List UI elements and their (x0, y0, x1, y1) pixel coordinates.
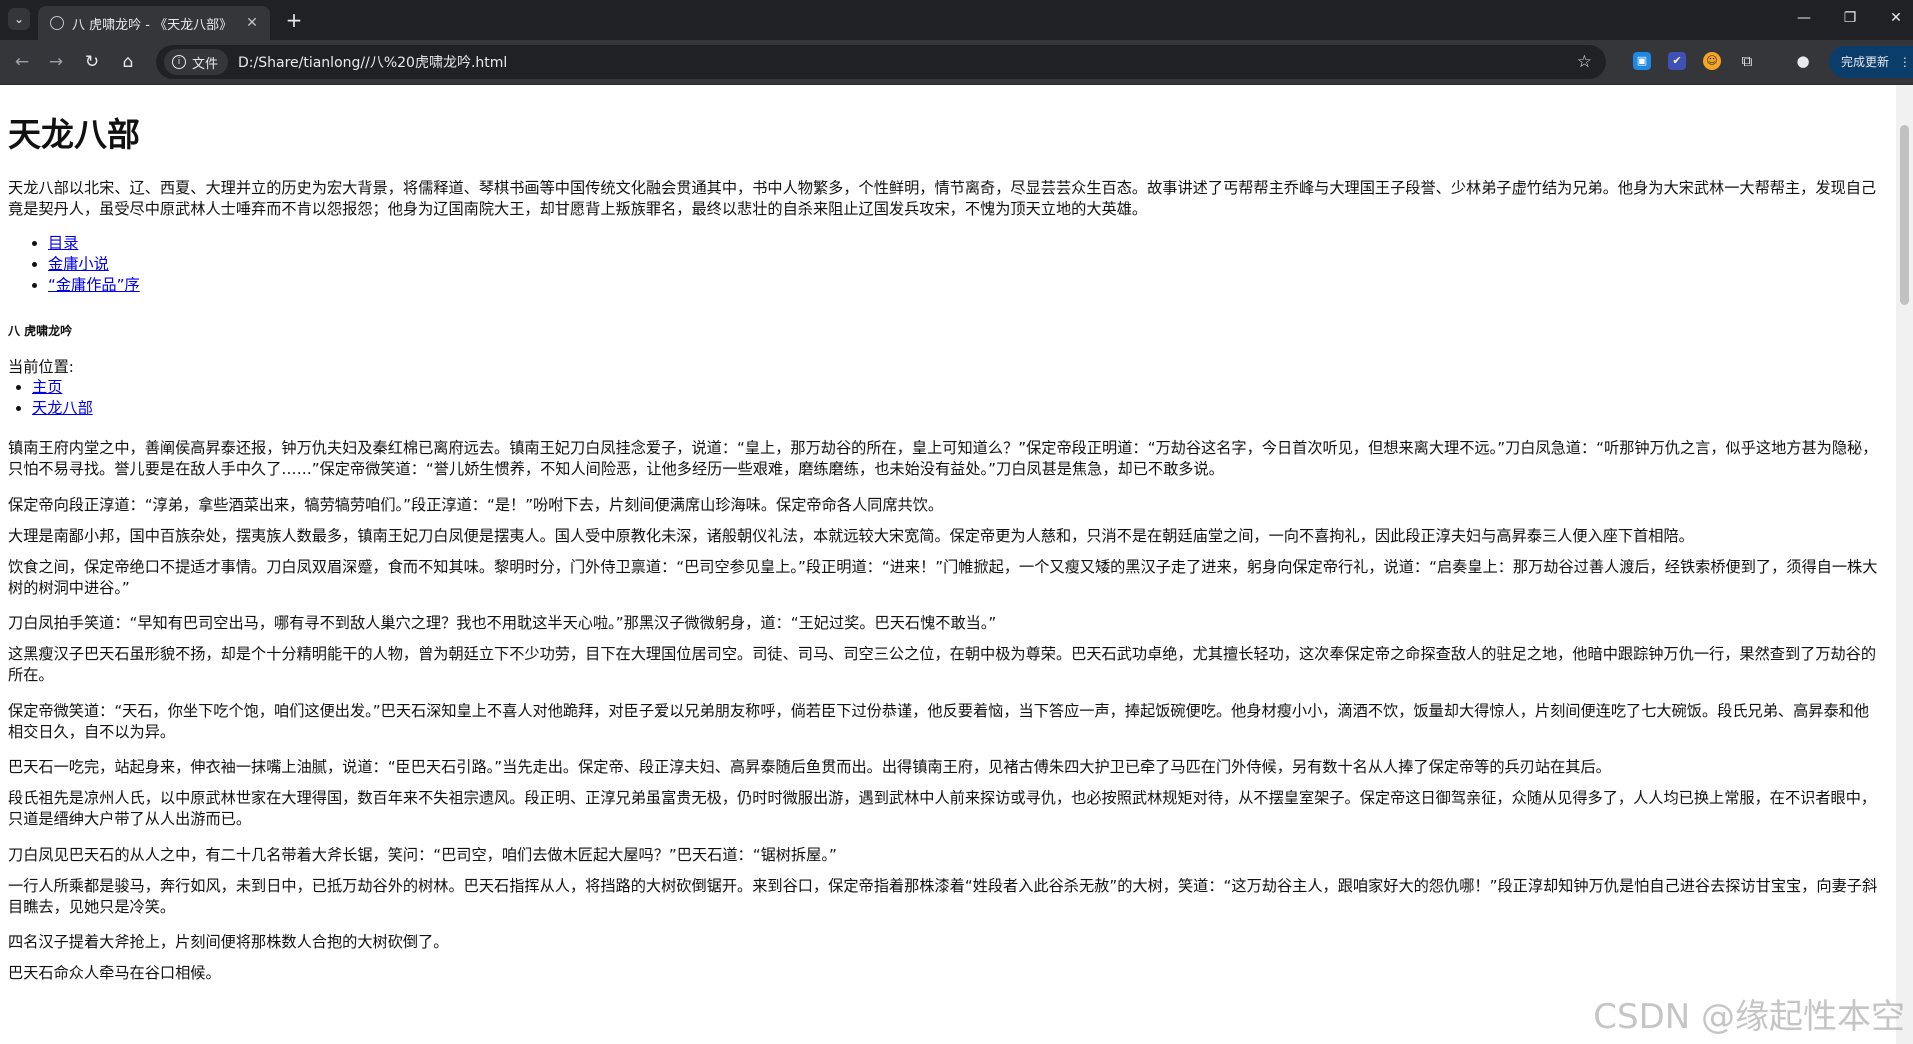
breadcrumb: 主页 天龙八部 (8, 377, 93, 419)
toc-item: 金庸小说 (48, 254, 140, 275)
extension-avatar-icon[interactable]: ☺ (1703, 52, 1721, 70)
reload-icon[interactable]: ↻ (80, 50, 104, 74)
extension-bookmark-icon[interactable]: ✔ (1668, 52, 1686, 70)
new-tab-button[interactable]: + (282, 9, 306, 33)
home-icon[interactable]: ⌂ (116, 50, 140, 74)
story-paragraph: 刀白凤见巴天石的从人之中，有二十几名带着大斧长锯，笑问：“巴司空，咱们去做木匠起… (8, 846, 837, 864)
intro-paragraph: 天龙八部以北宋、辽、西夏、大理并立的历史为宏大背景，将儒释道、琴棋书画等中国传统… (8, 179, 1877, 218)
chapter-heading: 八 虎啸龙吟 (8, 324, 73, 338)
update-label: 完成更新 (1841, 55, 1890, 69)
story-paragraph: 保定帝微笑道：“天石，你坐下吃个饱，咱们这便出发。”巴天石深知皇上不喜人对他跪拜… (8, 702, 1870, 741)
story-paragraph: 四名汉子提着大斧抢上，片刻间便将那株数人合抱的大树砍倒了。 (8, 933, 449, 951)
minimize-icon[interactable]: — (1792, 10, 1816, 26)
active-tab[interactable]: 八 虎啸龙吟 - 《天龙八部》 ✕ (38, 6, 270, 40)
story-paragraph: 刀白凤拍手笑道：“早知有巴司空出马，哪有寻不到敌人巢穴之理？我也不用耽这半天心啦… (8, 614, 997, 632)
page-content: 天龙八部 天龙八部以北宋、辽、西夏、大理并立的历史为宏大背景，将儒释道、琴棋书画… (0, 85, 1896, 1044)
security-label: 文件 (192, 56, 219, 72)
story-paragraph: 保定帝向段正淳道：“淳弟，拿些酒菜出来，犒劳犒劳咱们。”段正淳道：“是！”吩咐下… (8, 496, 944, 514)
story-paragraph: 段氏祖先是凉州人氏，以中原武林世家在大理得国，数百年来不失祖宗遗风。段正明、正淳… (8, 789, 1877, 828)
toc-item: 目录 (48, 233, 140, 254)
story-paragraph: 镇南王府内堂之中，善阐侯高昇泰还报，钟万仇夫妇及秦红棉已离府远去。镇南王妃刀白凤… (8, 439, 1878, 478)
bookmark-star-icon[interactable]: ☆ (1577, 52, 1592, 72)
story-paragraph: 一行人所乘都是骏马，奔行如风，未到日中，已抵万劫谷外的树林。巴天石指挥从人，将挡… (8, 877, 1878, 916)
browser-toolbar: ← → ↻ ⌂ i 文件 D:/Share/tianlong//八%20虎啸龙吟… (0, 40, 1913, 85)
update-button[interactable]: 完成更新 ⋮ (1829, 46, 1913, 78)
extension-translate-icon[interactable]: ▣ (1633, 52, 1651, 70)
breadcrumb-item: 天龙八部 (32, 398, 93, 419)
story-paragraph: 饮食之间，保定帝绝口不提适才事情。刀白凤双眉深蹙，食而不知其味。黎明时分，门外侍… (8, 558, 1878, 597)
extensions-puzzle-icon[interactable]: ⧉ (1738, 52, 1756, 70)
site-info-chip[interactable]: i 文件 (164, 49, 229, 75)
tab-strip: ⌄ 八 虎啸龙吟 - 《天龙八部》 ✕ + — ❐ ✕ (0, 0, 1913, 40)
watermark-text: CSDN @缘起性本空 (1593, 997, 1905, 1037)
breadcrumb-label: 当前位置: (8, 358, 74, 376)
toc-link-catalog[interactable]: 目录 (48, 234, 78, 252)
tab-title: 八 虎啸龙吟 - 《天龙八部》 (72, 17, 233, 33)
info-icon: i (172, 55, 186, 69)
page-title: 天龙八部 (8, 115, 140, 154)
toc-link-jinyong-novels[interactable]: 金庸小说 (48, 255, 109, 273)
globe-icon (50, 16, 64, 30)
toc-list: 目录 金庸小说 “金庸作品”序 (8, 233, 140, 296)
toc-link-preface[interactable]: “金庸作品”序 (48, 276, 140, 294)
forward-icon[interactable]: → (44, 50, 68, 74)
story-paragraph: 巴天石一吃完，站起身来，伸衣袖一抹嘴上油腻，说道：“臣巴天石引路。”当先走出。保… (8, 758, 1611, 776)
close-window-icon[interactable]: ✕ (1884, 10, 1908, 26)
story-paragraph: 巴天石命众人牵马在谷口相候。 (8, 964, 221, 982)
scrollbar-thumb[interactable] (1900, 125, 1909, 305)
back-icon[interactable]: ← (10, 50, 34, 74)
more-menu-icon[interactable]: ⋮ (1899, 55, 1911, 69)
breadcrumb-item: 主页 (32, 377, 93, 398)
story-paragraph: 大理是南鄙小邦，国中百族杂处，摆夷族人数最多，镇南王妃刀白凤便是摆夷人。国人受中… (8, 527, 1694, 545)
breadcrumb-book-link[interactable]: 天龙八部 (32, 399, 93, 417)
toc-item: “金庸作品”序 (48, 275, 140, 296)
profile-icon[interactable]: ● (1794, 52, 1812, 70)
page-scrollbar[interactable] (1896, 85, 1913, 1044)
breadcrumb-home-link[interactable]: 主页 (32, 378, 62, 396)
restore-icon[interactable]: ❐ (1838, 10, 1862, 26)
tab-search-button[interactable]: ⌄ (8, 8, 30, 30)
address-bar[interactable]: i 文件 D:/Share/tianlong//八%20虎啸龙吟.html ☆ (156, 45, 1606, 79)
close-tab-icon[interactable]: ✕ (242, 15, 262, 31)
story-paragraph: 这黑瘦汉子巴天石虽形貌不扬，却是个十分精明能干的人物，曾为朝廷立下不少功劳，目下… (8, 645, 1877, 684)
url-text[interactable]: D:/Share/tianlong//八%20虎啸龙吟.html (238, 52, 507, 72)
